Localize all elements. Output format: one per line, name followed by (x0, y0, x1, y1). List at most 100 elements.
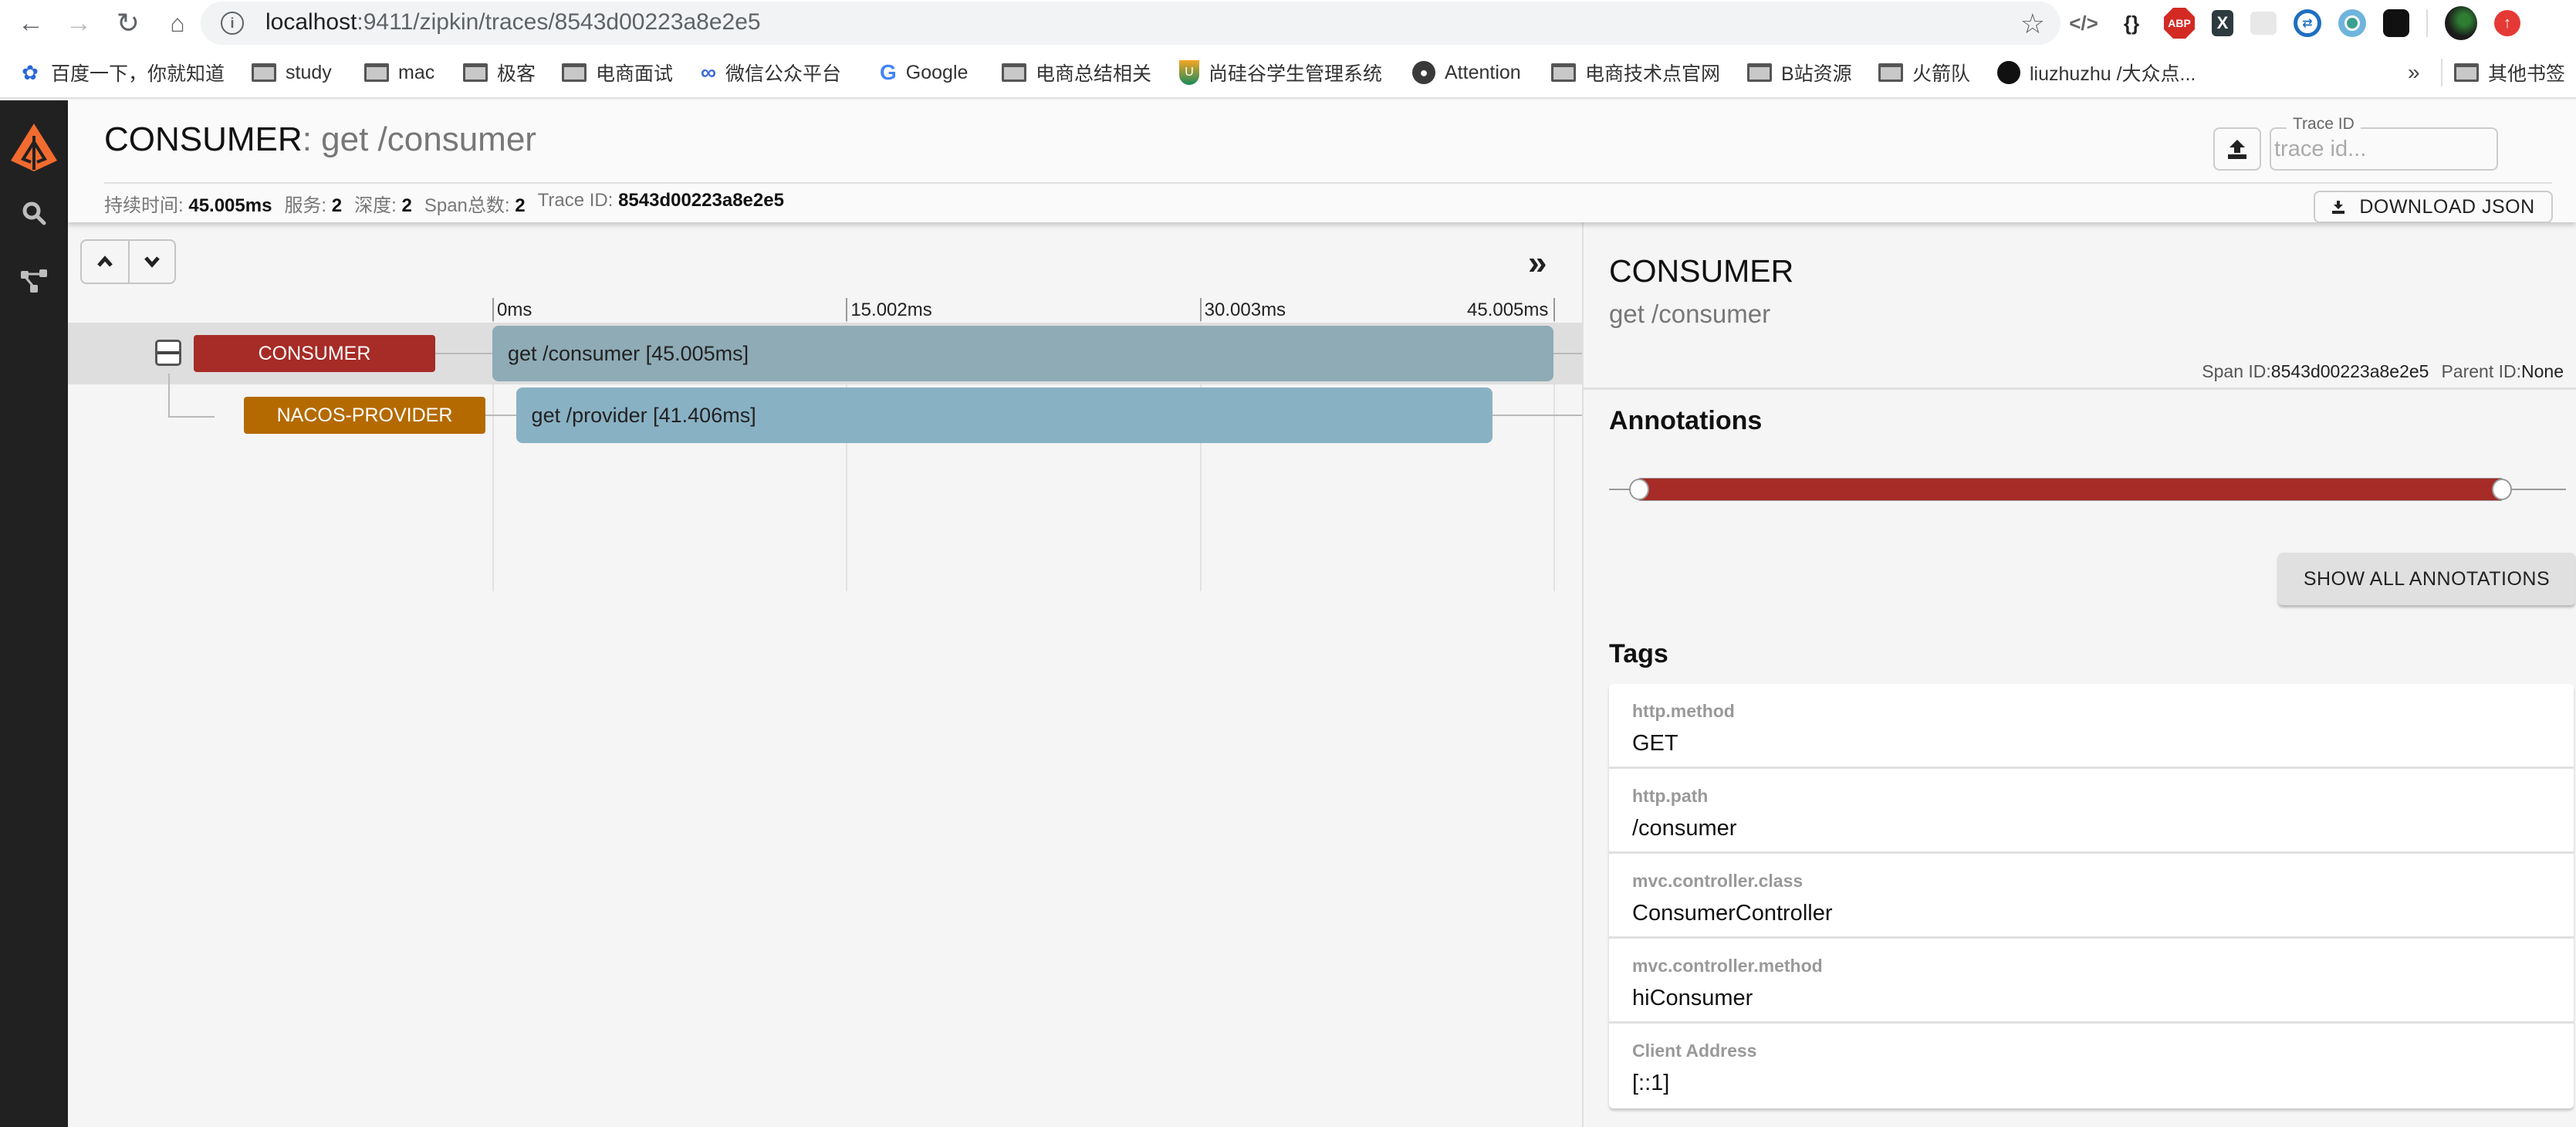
folder-icon (1747, 63, 1772, 82)
bookmark-label: Attention (1445, 61, 1521, 83)
profile-avatar[interactable] (2445, 6, 2477, 40)
bookmark-label: Google (905, 61, 969, 83)
json-viewer-icon[interactable]: {} (2116, 8, 2147, 39)
bookmark-wechat[interactable]: ∞ 微信公众平台 (701, 60, 841, 85)
bookmark-ecommerce-interview[interactable]: 电商面试 (562, 60, 673, 85)
adblock-plus-icon[interactable]: ABP (2164, 8, 2195, 39)
bookmark-label: 尚硅谷学生管理系统 (1209, 63, 1383, 85)
upload-json-button[interactable] (2213, 127, 2261, 171)
bookmark-rockets[interactable]: 火箭队 (1878, 60, 1970, 85)
tick-mark (1553, 298, 1555, 321)
tampermonkey-icon[interactable] (2383, 9, 2409, 37)
q-extension-icon[interactable]: ⇄ (2294, 9, 2321, 37)
dependencies-icon[interactable] (19, 266, 49, 296)
folder-icon (463, 63, 488, 82)
site-info-icon[interactable]: i (221, 12, 244, 35)
tag-value: ConsumerController (1632, 901, 1833, 926)
url-text[interactable]: localhost:9411/zipkin/traces/8543d00223a… (265, 9, 761, 36)
tag-value: [::1] (1632, 1071, 1670, 1095)
mail-extension-icon[interactable] (2250, 12, 2277, 35)
back-icon[interactable]: ← (15, 8, 46, 39)
tag-row: http.path/consumer (1609, 769, 2574, 854)
url-path: :9411/zipkin/traces/8543d00223a8e2e5 (357, 9, 761, 35)
eye-extension-icon[interactable] (2338, 9, 2366, 37)
title-service-name: CONSUMER (104, 120, 303, 158)
tick-mark (1199, 298, 1202, 321)
detail-span-name: get /consumer (1609, 300, 1771, 328)
bookmark-jike[interactable]: 极客 (463, 60, 536, 85)
bookmarks-bar: ✿ 百度一下，你就知道 study mac 极客 电商面试 ∞ 微信公众平台 G Go… (0, 46, 2576, 99)
span-bar[interactable]: get /consumer [45.005ms] (492, 326, 1553, 381)
bookmark-baidu[interactable]: ✿ 百度一下，你就知道 (19, 60, 225, 86)
bookmark-label: B站资源 (1781, 63, 1852, 85)
stat-label: Trace ID: (537, 190, 614, 211)
x-extension-icon[interactable]: X (2212, 10, 2233, 36)
span-bar[interactable]: get /provider [41.406ms] (516, 388, 1493, 443)
tick-label: 45.005ms (1467, 300, 1549, 320)
home-icon[interactable]: ⌂ (162, 8, 193, 39)
tag-value: GET (1632, 731, 1678, 756)
detail-service-name: CONSUMER (1609, 253, 1794, 289)
bookmark-bilibili[interactable]: B站资源 (1747, 60, 1852, 85)
bookmark-label: 微信公众平台 (725, 63, 841, 85)
stat-depth: 深度: 2 (354, 190, 412, 217)
stat-value: 2 (401, 195, 412, 216)
address-bar[interactable]: i localhost:9411/zipkin/traces/8543d0022… (201, 2, 2060, 45)
search-icon[interactable] (19, 198, 49, 228)
bookmark-label: mac (398, 61, 435, 83)
bookmark-atguigu[interactable]: U 尚硅谷学生管理系统 (1179, 60, 1382, 85)
span-row-consumer[interactable]: CONSUMER get /consumer [45.005ms] (68, 323, 1582, 384)
bookmark-google[interactable]: G Google (880, 60, 968, 85)
bookmark-star-icon[interactable]: ☆ (2020, 8, 2045, 40)
forward-icon[interactable]: → (63, 8, 94, 39)
bookmark-github[interactable]: liuzhuzhu /大众点... (1997, 60, 2196, 85)
service-badge[interactable]: CONSUMER (194, 335, 435, 372)
bookmarks-overflow-button[interactable]: » (2408, 60, 2420, 85)
annotation-marker-start[interactable] (1629, 479, 1649, 500)
bookmark-ecommerce-summary[interactable]: 电商总结相关 (1002, 60, 1151, 85)
annotation-span-bar (1639, 478, 2502, 501)
zipkin-logo-icon[interactable] (9, 122, 59, 173)
span-id-value: 8543d00223a8e2e5 (2270, 361, 2429, 381)
bookmark-label: 百度一下，你就知道 (51, 63, 225, 85)
bookmark-other[interactable]: 其他书签 (2454, 60, 2565, 85)
page-title: CONSUMER: get /consumer (104, 120, 536, 159)
bookmark-label: study (286, 61, 332, 83)
tag-row: http.method GET (1609, 684, 2574, 769)
chevron-down-icon (144, 256, 160, 268)
toggle-detail-panel-button[interactable]: » (1528, 244, 1547, 283)
code-icon[interactable]: </> (2068, 8, 2099, 39)
tag-key: mvc.controller.method (1632, 956, 1823, 976)
download-json-button[interactable]: DOWNLOAD JSON (2314, 191, 2553, 223)
tick-label: 30.003ms (1204, 300, 1286, 320)
bookmark-ecommerce-tech[interactable]: 电商技术点官网 (1551, 60, 1720, 85)
github-icon (1997, 61, 2020, 84)
bookmark-study[interactable]: study (252, 60, 332, 85)
bookmark-label: liuzhuzhu /大众点... (2030, 63, 2196, 85)
tree-connector (168, 416, 215, 418)
collapse-all-button[interactable] (82, 241, 128, 283)
annotation-marker-end[interactable] (2492, 479, 2512, 500)
bookmark-label: 其他书签 (2488, 63, 2566, 85)
trace-id-input[interactable] (2274, 134, 2490, 164)
title-colon: : (302, 120, 312, 158)
trace-id-field[interactable]: Trace ID (2270, 115, 2498, 171)
trace-timeline: » 0ms 15.002ms 30.003ms 45.005ms CONSUMER ge… (68, 222, 1582, 1127)
stat-value: 45.005ms (188, 195, 272, 216)
expand-collapse-group (80, 239, 176, 284)
collapse-span-toggle[interactable] (155, 340, 181, 366)
tag-row: Client Address [::1] (1609, 1024, 2574, 1108)
expand-all-button[interactable] (128, 241, 174, 283)
reload-icon[interactable]: ↻ (113, 7, 144, 39)
service-badge[interactable]: NACOS-PROVIDER (244, 397, 485, 434)
tag-value: /consumer (1632, 816, 1737, 841)
browser-toolbar: ← → ↻ ⌂ i localhost:9411/zipkin/traces/8… (0, 0, 2576, 46)
bookmark-attention[interactable]: ● Attention (1412, 60, 1521, 85)
span-id-label: Span ID: (2202, 361, 2271, 381)
update-icon[interactable]: ↑ (2494, 10, 2520, 36)
stat-value: 8543d00223a8e2e5 (618, 190, 784, 211)
span-row-nacos-provider[interactable]: NACOS-PROVIDER get /provider [41.406ms] (68, 384, 1582, 446)
bookmark-mac[interactable]: mac (364, 60, 434, 85)
upload-icon (2228, 140, 2246, 159)
show-all-annotations-button[interactable]: SHOW ALL ANNOTATIONS (2278, 553, 2575, 605)
